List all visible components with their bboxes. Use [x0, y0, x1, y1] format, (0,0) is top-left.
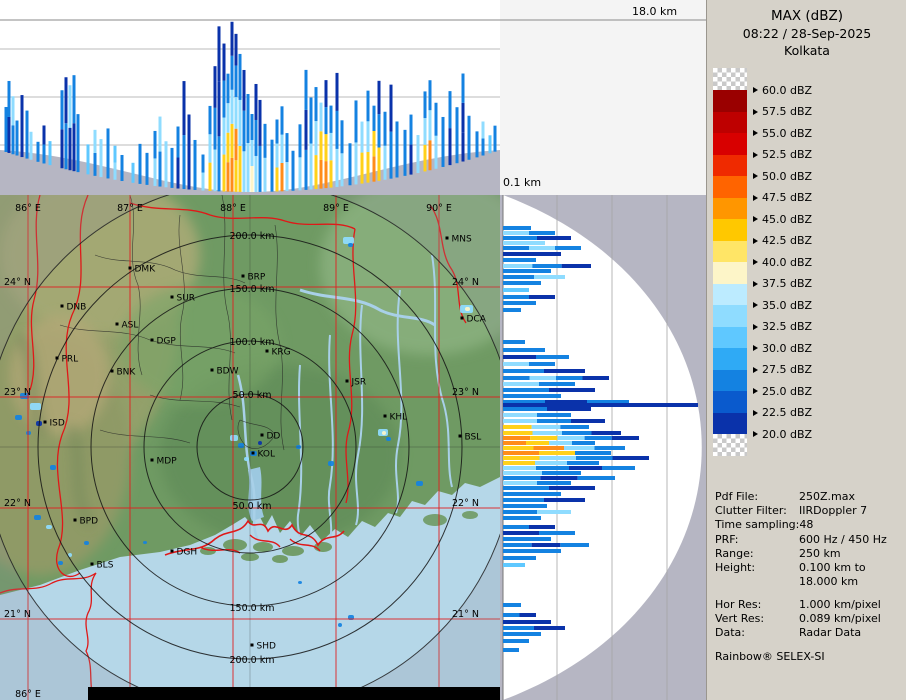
svg-text:89° E: 89° E — [323, 689, 349, 700]
svg-text:BLS: BLS — [97, 561, 114, 571]
legend-panel: MAX (dBZ) 08:22 / 28-Sep-2025 Kolkata 60… — [706, 0, 906, 700]
svg-text:DGP: DGP — [157, 337, 177, 347]
svg-text:86° E: 86° E — [15, 203, 41, 214]
svg-text:KOL: KOL — [258, 450, 276, 460]
meta-row: Data: Radar Data — [715, 626, 862, 639]
svg-text:22° N: 22° N — [452, 498, 479, 509]
meta-row: Height: 0.100 km to — [715, 561, 866, 574]
svg-text:200.0 km: 200.0 km — [230, 231, 275, 242]
svg-text:PRL: PRL — [62, 355, 79, 365]
svg-text:88° E: 88° E — [220, 203, 246, 214]
svg-text:150.0 km: 150.0 km — [230, 284, 275, 295]
svg-text:BPD: BPD — [80, 517, 99, 527]
min-height-label: 0.1 km — [503, 176, 542, 189]
svg-text:87° E: 87° E — [117, 203, 143, 214]
meta-row: Clutter Filter: IIRDoppler 7 — [715, 504, 868, 517]
svg-text:SUR: SUR — [177, 294, 196, 304]
svg-text:BSL: BSL — [465, 433, 482, 443]
svg-text:MNS: MNS — [452, 235, 472, 245]
meta-row: PRF: 600 Hz / 450 Hz — [715, 533, 887, 546]
ns-height-profile-panel — [500, 195, 706, 700]
meta-row: Pdf File: 250Z.max — [715, 490, 855, 503]
svg-text:KHL: KHL — [390, 413, 408, 423]
svg-text:MDP: MDP — [157, 457, 178, 467]
svg-text:200.0 km: 200.0 km — [230, 655, 275, 666]
svg-text:89° E: 89° E — [323, 203, 349, 214]
svg-text:23° N: 23° N — [452, 387, 479, 398]
svg-text:DGH: DGH — [177, 548, 198, 558]
meta-row: Hor Res: 1.000 km/pixel — [715, 598, 881, 611]
max-height-label: 18.0 km — [632, 5, 678, 18]
svg-text:23° N: 23° N — [4, 387, 31, 398]
svg-text:87° E: 87° E — [117, 689, 143, 700]
ns-profile-plot — [500, 195, 706, 700]
svg-text:DCA: DCA — [467, 315, 487, 325]
ew-profile-plot — [0, 0, 500, 195]
svg-text:50.0 km: 50.0 km — [233, 390, 272, 401]
svg-text:JSR: JSR — [351, 378, 367, 388]
svg-text:150.0 km: 150.0 km — [230, 603, 275, 614]
svg-text:BDW: BDW — [217, 367, 239, 377]
svg-text:88° E: 88° E — [220, 689, 246, 700]
svg-text:21° N: 21° N — [452, 609, 479, 620]
svg-text:DMK: DMK — [135, 265, 157, 275]
radar-map: 200.0 km 150.0 km 100.0 km 50.0 km 50.0 km 15… — [0, 155, 540, 700]
ew-height-profile-panel — [0, 0, 500, 195]
svg-text:21° N: 21° N — [4, 609, 31, 620]
svg-text:86° E: 86° E — [15, 689, 41, 700]
svg-text:ISD: ISD — [50, 419, 65, 429]
corner-grid — [500, 19, 706, 21]
svg-text:DNB: DNB — [67, 303, 87, 313]
software-brand: Rainbow® SELEX-SI — [715, 650, 825, 663]
svg-text:ASL: ASL — [122, 321, 139, 331]
axis-corner: 18.0 km 0.1 km — [500, 0, 706, 195]
svg-text:BNK: BNK — [117, 368, 137, 378]
svg-text:DD: DD — [267, 432, 281, 442]
svg-text:100.0 km: 100.0 km — [230, 337, 275, 348]
meta-row: Vert Res: 0.089 km/pixel — [715, 612, 881, 625]
svg-text:SHD: SHD — [257, 642, 276, 652]
svg-text:50.0 km: 50.0 km — [233, 501, 272, 512]
meta-row: Time sampling:48 — [715, 518, 814, 531]
svg-text:24° N: 24° N — [452, 277, 479, 288]
radar-map-panel: 200.0 km 150.0 km 100.0 km 50.0 km 50.0 km 15… — [0, 155, 540, 700]
svg-text:24° N: 24° N — [4, 277, 31, 288]
product-metadata: Pdf File: 250Z.max Clutter Filter: IIRDoppl… — [707, 0, 906, 700]
svg-text:KRG: KRG — [272, 348, 291, 358]
radar-display-window: 18.0 km 0.1 km 200.0 km 150.0 km 100.0 k… — [0, 0, 906, 700]
meta-row: Range: 250 km — [715, 547, 841, 560]
svg-text:BRP: BRP — [248, 273, 266, 283]
svg-text:90° E: 90° E — [426, 689, 452, 700]
svg-text:90° E: 90° E — [426, 203, 452, 214]
svg-text:22° N: 22° N — [4, 498, 31, 509]
